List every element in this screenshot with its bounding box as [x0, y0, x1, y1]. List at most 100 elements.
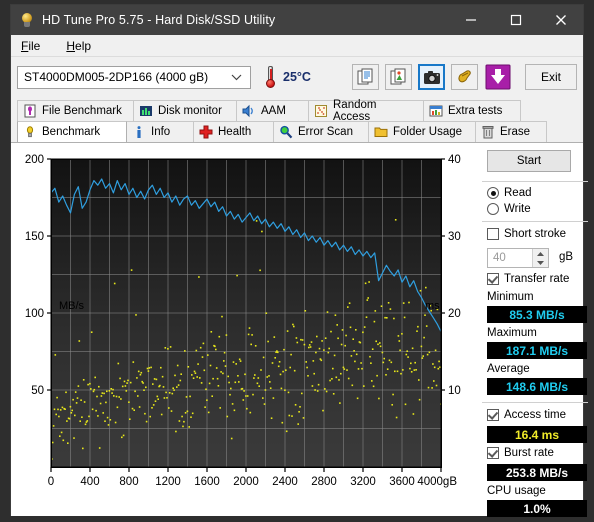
checkbox-burst-rate[interactable]: Burst rate	[487, 447, 554, 459]
svg-text:150: 150	[25, 231, 44, 243]
tab-health[interactable]: Health	[193, 121, 274, 142]
radio-write-indicator	[487, 203, 499, 215]
svg-text:1600: 1600	[194, 476, 220, 488]
checkbox-burst-rate-label: Burst rate	[504, 447, 554, 459]
menu-bar: File Help	[11, 35, 583, 57]
cpu-usage-label: CPU usage	[487, 485, 546, 497]
panel-divider	[475, 143, 476, 516]
checkbox-access-time-label: Access time	[504, 409, 566, 421]
temperature-indicator: 25°C	[265, 66, 311, 88]
minimum-label: Minimum	[487, 291, 534, 303]
separator-3	[482, 402, 588, 403]
tab-erase[interactable]: Erase	[475, 121, 547, 142]
minimum-value: 85.3 MB/s	[487, 306, 587, 323]
extra-tests-icon	[429, 104, 443, 118]
title-bar: HD Tune Pro 5.75 - Hard Disk/SSD Utility	[11, 5, 583, 35]
tab-row-1: File Benchmark Disk monitor AAM Random A…	[17, 99, 577, 123]
tab-disk-monitor[interactable]: Disk monitor	[133, 100, 237, 121]
radio-write-label: Write	[504, 203, 531, 215]
y2-axis-unit-label: ms	[425, 300, 440, 312]
maximum-label: Maximum	[487, 327, 537, 339]
maximize-button[interactable]	[493, 5, 538, 35]
tab-error-scan[interactable]: Error Scan	[273, 121, 369, 142]
checkbox-transfer-rate[interactable]: Transfer rate	[487, 273, 569, 285]
screenshot-button[interactable]	[418, 64, 445, 90]
access-time-value: 16.4 ms	[487, 426, 587, 443]
window-controls	[448, 5, 583, 35]
tab-folder-usage-label: Folder Usage	[393, 126, 463, 138]
toolbar-buttons: Exit	[352, 64, 577, 90]
tab-error-scan-label: Error Scan	[298, 126, 353, 138]
svg-text:30: 30	[448, 231, 461, 243]
short-stroke-size-input[interactable]: 40	[487, 248, 549, 268]
short-stroke-size-value: 40	[493, 252, 506, 264]
download-button[interactable]	[484, 64, 511, 90]
y-axis-unit-label: MB/s	[59, 300, 85, 312]
benchmark-chart: 50 100 150 200 10 20 30 40 0 400 800 1200 1600 2000 24…	[11, 143, 475, 516]
drive-select[interactable]: ST4000DM005-2DP166 (4000 gB)	[17, 65, 251, 89]
checkbox-short-stroke-box	[487, 228, 499, 240]
radio-write[interactable]: Write	[487, 203, 531, 215]
average-label: Average	[487, 363, 530, 375]
svg-text:2800: 2800	[311, 476, 337, 488]
minimize-button[interactable]	[448, 5, 493, 35]
start-button[interactable]: Start	[487, 150, 571, 172]
svg-text:100: 100	[25, 308, 44, 320]
app-lightbulb-icon	[19, 12, 35, 28]
tab-random-access-label: Random Access	[333, 99, 377, 123]
separator-2	[482, 221, 588, 222]
svg-text:3600: 3600	[389, 476, 415, 488]
plug-button[interactable]	[451, 64, 478, 90]
tab-strip: File Benchmark Disk monitor AAM Random A…	[11, 97, 583, 142]
maximum-value: 187.1 MB/s	[487, 342, 587, 359]
red-cross-icon	[199, 125, 213, 139]
chart-svg: 50100150200102030400 400 800 1200 1600 2000 24…	[25, 154, 461, 488]
tab-extra-tests[interactable]: Extra tests	[423, 100, 521, 121]
speaker-icon	[242, 104, 256, 118]
spinner-arrows[interactable]	[532, 249, 548, 267]
spinner-down-icon	[537, 260, 544, 265]
cpu-usage-value: 1.0%	[487, 500, 587, 517]
checkbox-access-time[interactable]: Access time	[487, 409, 566, 421]
svg-text:4000gB: 4000gB	[417, 476, 457, 488]
scatter-icon	[314, 104, 328, 118]
spinner-up-icon	[537, 251, 544, 256]
checkbox-short-stroke[interactable]: Short stroke	[487, 228, 566, 240]
toolbar: ST4000DM005-2DP166 (4000 gB) 25°C Exit	[11, 57, 583, 97]
benchmark-options-panel: Start Read Write Short stroke 40 gB Tran…	[475, 143, 588, 517]
menu-file[interactable]: File	[19, 37, 50, 55]
tab-aam[interactable]: AAM	[236, 100, 309, 121]
tab-info[interactable]: Info	[126, 121, 194, 142]
checkbox-short-stroke-label: Short stroke	[504, 228, 566, 240]
svg-text:400: 400	[80, 476, 99, 488]
svg-text:50: 50	[31, 385, 44, 397]
svg-text:10: 10	[448, 385, 461, 397]
tab-random-access[interactable]: Random Access	[308, 99, 424, 123]
tab-benchmark[interactable]: Benchmark	[17, 121, 127, 142]
folder-icon	[374, 125, 388, 139]
exit-button[interactable]: Exit	[525, 64, 577, 90]
radio-read-label: Read	[504, 187, 532, 199]
drive-select-value: ST4000DM005-2DP166 (4000 gB)	[24, 70, 209, 84]
copy-image-button[interactable]	[385, 64, 412, 90]
tab-erase-label: Erase	[500, 126, 531, 138]
app-window: HD Tune Pro 5.75 - Hard Disk/SSD Utility…	[10, 4, 588, 517]
copy-text-button[interactable]	[352, 64, 379, 90]
menu-file-label-rest: ile	[28, 38, 41, 53]
tab-folder-usage[interactable]: Folder Usage	[368, 121, 476, 142]
exit-button-label: Exit	[540, 70, 561, 84]
separator-1	[482, 181, 588, 182]
chevron-down-icon	[231, 70, 242, 84]
window-title: HD Tune Pro 5.75 - Hard Disk/SSD Utility	[42, 13, 276, 27]
menu-help[interactable]: Help	[64, 37, 101, 55]
checkbox-transfer-rate-box	[487, 273, 499, 285]
thermometer-icon	[265, 66, 276, 88]
svg-text:3200: 3200	[350, 476, 376, 488]
svg-text:0: 0	[48, 476, 54, 488]
svg-text:200: 200	[25, 154, 44, 166]
info-icon	[132, 125, 146, 139]
tab-file-benchmark[interactable]: File Benchmark	[17, 100, 134, 121]
tab-row-2: Benchmark Info Health Error Scan Folder …	[17, 121, 577, 142]
close-button[interactable]	[538, 5, 583, 35]
radio-read[interactable]: Read	[487, 187, 532, 199]
